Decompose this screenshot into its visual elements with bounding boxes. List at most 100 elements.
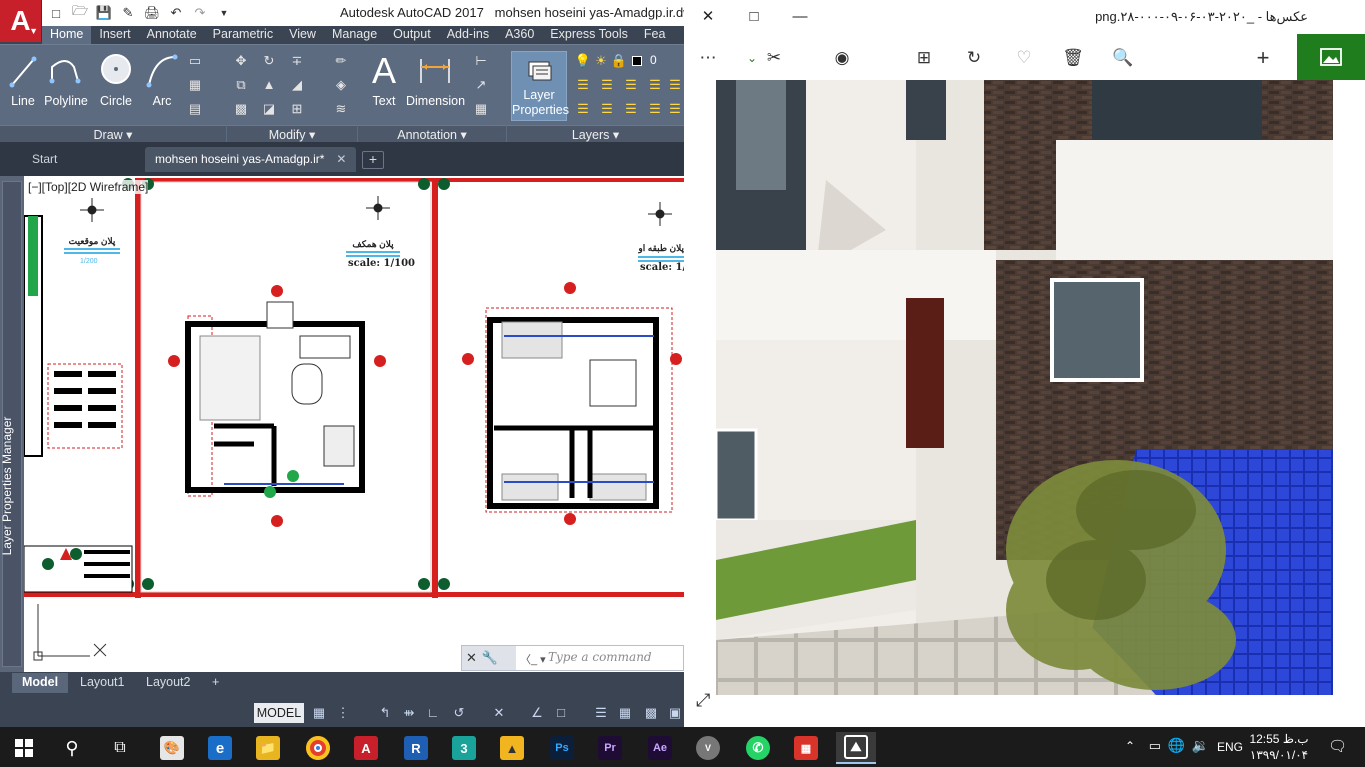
heart-icon[interactable]: ♡: [1012, 46, 1036, 70]
3dsmax-app[interactable]: 3: [444, 732, 484, 764]
rotate-icon[interactable]: ↻: [260, 53, 278, 69]
selection-cycling-icon[interactable]: ▩: [642, 704, 660, 722]
circle-button[interactable]: Circle: [98, 51, 134, 108]
layer-tool-4-icon[interactable]: ☰: [646, 77, 664, 93]
delete-icon[interactable]: 🗑: [1061, 46, 1085, 70]
polyline-button[interactable]: Polyline: [44, 51, 88, 108]
isodraft-icon[interactable]: ✕: [490, 704, 508, 722]
layer-tool-1-icon[interactable]: ☰: [574, 77, 592, 93]
tab-a360[interactable]: A360: [497, 26, 542, 44]
scale-icon[interactable]: ◪: [260, 101, 278, 117]
boundary-icon[interactable]: ▤: [186, 101, 204, 117]
vray-app[interactable]: V: [688, 732, 728, 764]
move-icon[interactable]: ✥: [232, 53, 250, 69]
layer-tool-10-icon[interactable]: ☰: [666, 101, 684, 117]
tab-start[interactable]: Start: [22, 147, 67, 172]
more-icon[interactable]: ⋯: [696, 46, 720, 70]
object-snap-tracking-icon[interactable]: ∠: [528, 704, 546, 722]
close-command-icon[interactable]: ✕: [466, 650, 477, 666]
enhance-icon[interactable]: ◉: [830, 46, 854, 70]
photos-app[interactable]: ⛰: [836, 732, 876, 764]
new-file-icon[interactable]: □: [46, 4, 66, 22]
expand-icon[interactable]: ⤢: [696, 690, 720, 714]
maximize-icon[interactable]: □: [736, 5, 772, 29]
explode-icon[interactable]: ◈: [332, 77, 350, 93]
save-as-icon[interactable]: ✎: [118, 4, 138, 22]
edit-icon[interactable]: ✂: [762, 46, 786, 70]
application-menu-button[interactable]: A ▼: [0, 0, 42, 42]
after-effects-app[interactable]: Ae: [640, 732, 680, 764]
erase-icon[interactable]: ✏: [332, 53, 350, 69]
layer-tool-2-icon[interactable]: ☰: [598, 77, 616, 93]
revit-app[interactable]: R: [396, 732, 436, 764]
arc-button[interactable]: Arc: [145, 51, 179, 108]
fillet-icon[interactable]: ◢: [288, 77, 306, 93]
tab-annotate[interactable]: Annotate: [139, 26, 205, 44]
crop-icon[interactable]: ⊞: [912, 46, 936, 70]
infer-icon[interactable]: ↰: [376, 704, 394, 722]
tab-express-tools[interactable]: Express Tools: [542, 26, 636, 44]
tab-output[interactable]: Output: [385, 26, 439, 44]
layer-tool-5-icon[interactable]: ☰: [666, 77, 684, 93]
layer-properties-palette[interactable]: Layer Properties Manager: [0, 176, 24, 672]
transparency-icon[interactable]: ▦: [616, 704, 634, 722]
command-line[interactable]: ✕ 🔧 〈_ ▾ Type a command: [461, 645, 684, 671]
new-layout-button[interactable]: +: [202, 673, 229, 693]
grid-icon[interactable]: ▦: [310, 704, 328, 722]
lightbulb-icon[interactable]: 💡: [574, 53, 592, 69]
rotate-icon[interactable]: ↻: [962, 46, 986, 70]
polar-icon[interactable]: ↺: [450, 704, 468, 722]
layer-number[interactable]: 0: [650, 53, 657, 67]
gallery-button[interactable]: [1297, 34, 1365, 80]
paint-app[interactable]: 🎨: [152, 732, 192, 764]
tab-layout1[interactable]: Layout1: [70, 673, 134, 693]
layer-color-swatch[interactable]: [632, 56, 642, 66]
offset-icon[interactable]: ≋: [332, 101, 350, 117]
tab-featured[interactable]: Fea: [636, 26, 674, 44]
network-icon[interactable]: 🌐: [1168, 737, 1185, 754]
dimension-button[interactable]: Dimension: [406, 51, 465, 108]
architectural-render-photo[interactable]: [716, 80, 1333, 695]
clock[interactable]: 12:55 ب.ظ ۱۳۹۹/۰۱/۰۴: [1249, 731, 1309, 763]
tab-home[interactable]: Home: [42, 26, 92, 44]
chrome-app[interactable]: [298, 732, 338, 764]
add-icon[interactable]: +: [1251, 46, 1275, 70]
tab-drawing[interactable]: mohsen hoseini yas-Amadgp.ir* ✕: [145, 147, 357, 172]
autocad-app[interactable]: A: [346, 732, 386, 764]
minimize-icon[interactable]: —: [782, 5, 818, 29]
start-button[interactable]: [4, 732, 44, 764]
hatch-icon[interactable]: ▦: [186, 77, 204, 93]
task-view-button[interactable]: ⧉: [100, 732, 140, 764]
customize-icon[interactable]: 🔧: [482, 650, 498, 666]
layer-properties-button[interactable]: Layer Properties: [511, 51, 569, 121]
layers-panel-title[interactable]: Layers ▾: [507, 125, 684, 143]
lineweight-icon[interactable]: ☰: [592, 704, 610, 722]
whatsapp-app[interactable]: ✆: [738, 732, 778, 764]
mirror-icon[interactable]: ▲: [260, 77, 278, 93]
close-icon[interactable]: ✕: [690, 5, 726, 29]
edge-app[interactable]: e: [200, 732, 240, 764]
save-icon[interactable]: 💾: [94, 4, 114, 22]
command-input[interactable]: Type a command: [548, 650, 652, 664]
snap-icon[interactable]: ⋮: [334, 704, 352, 722]
lumion-app[interactable]: ▲: [492, 732, 532, 764]
tab-layout2[interactable]: Layout2: [136, 673, 200, 693]
annotation-panel-title[interactable]: Annotation ▾: [358, 125, 506, 143]
redo-icon[interactable]: ↷: [190, 4, 210, 22]
layer-tool-6-icon[interactable]: ☰: [574, 101, 592, 117]
linear-dim-icon[interactable]: ⊢: [472, 53, 490, 69]
chevron-down-icon[interactable]: ⌄: [740, 46, 764, 70]
file-explorer-app[interactable]: 📁: [248, 732, 288, 764]
show-hidden-icons-icon[interactable]: ⌃: [1125, 739, 1135, 753]
trim-icon[interactable]: ∓: [288, 53, 306, 69]
new-tab-button[interactable]: +: [362, 151, 384, 169]
print-icon[interactable]: 🖨: [142, 4, 162, 22]
array-icon[interactable]: ⊞: [288, 101, 306, 117]
sketchup-app[interactable]: ▦: [786, 732, 826, 764]
3d-osnap-icon[interactable]: ▣: [666, 704, 684, 722]
tab-parametric[interactable]: Parametric: [205, 26, 281, 44]
tab-view[interactable]: View: [281, 26, 324, 44]
layer-tool-3-icon[interactable]: ☰: [622, 77, 640, 93]
layer-tool-8-icon[interactable]: ☰: [622, 101, 640, 117]
lock-icon[interactable]: 🔒: [610, 53, 628, 69]
